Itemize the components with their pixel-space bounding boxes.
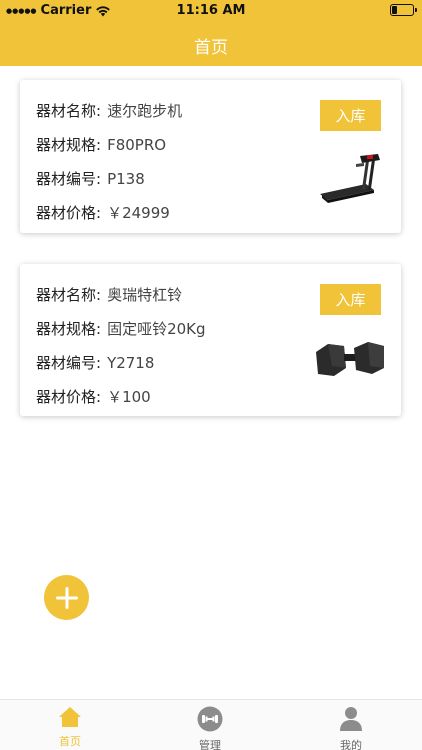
- equipment-card[interactable]: 器材名称: 速尔跑步机 器材规格: F80PRO 器材编号: P138 器材价格: ￥2…: [20, 80, 401, 233]
- name-label: 器材名称:: [36, 286, 102, 304]
- equipment-spec: 固定哑铃20Kg: [107, 320, 206, 338]
- home-icon: [59, 707, 81, 727]
- equipment-price-row: 器材价格: ￥100: [36, 386, 151, 407]
- status-bar: ●●●●● Carrier 11:16 AM: [0, 0, 422, 22]
- dumbbell-image: [316, 342, 384, 376]
- equipment-spec: F80PRO: [107, 136, 167, 154]
- equipment-card[interactable]: 器材名称: 奥瑞特杠铃 器材规格: 固定哑铃20Kg 器材编号: Y2718 器材价格…: [20, 264, 401, 416]
- tab-home[interactable]: 首页: [25, 706, 115, 749]
- equipment-name-row: 器材名称: 奥瑞特杠铃: [36, 284, 182, 305]
- equipment-spec-row: 器材规格: 固定哑铃20Kg: [36, 318, 206, 339]
- user-icon: [340, 707, 362, 731]
- add-equipment-button[interactable]: [44, 575, 89, 620]
- code-label: 器材编号:: [36, 170, 102, 188]
- tab-mine[interactable]: 我的: [306, 706, 396, 750]
- tab-bar: 首页 管理 我的: [0, 699, 422, 750]
- header-bar: ●●●●● Carrier 11:16 AM 首页: [0, 0, 422, 66]
- equipment-spec-row: 器材规格: F80PRO: [36, 134, 166, 155]
- dumbbell-icon: [197, 706, 223, 732]
- page-title: 首页: [194, 38, 228, 58]
- equipment-name: 速尔跑步机: [107, 102, 183, 120]
- equipment-price: ￥100: [107, 388, 151, 406]
- tab-home-label: 首页: [59, 735, 81, 748]
- clock: 11:16 AM: [176, 3, 246, 18]
- tab-mine-label: 我的: [340, 739, 362, 750]
- price-label: 器材价格:: [36, 388, 102, 406]
- spec-label: 器材规格:: [36, 136, 102, 154]
- equipment-code-row: 器材编号: Y2718: [36, 352, 154, 373]
- price-label: 器材价格:: [36, 204, 102, 222]
- stock-in-button[interactable]: 入库: [320, 284, 381, 315]
- battery-icon: [390, 4, 417, 16]
- equipment-price: ￥24999: [107, 204, 170, 222]
- equipment-code: Y2718: [107, 354, 155, 372]
- name-label: 器材名称:: [36, 102, 102, 120]
- equipment-name-row: 器材名称: 速尔跑步机: [36, 100, 182, 121]
- plus-icon: [55, 586, 78, 609]
- stock-in-button[interactable]: 入库: [320, 100, 381, 131]
- treadmill-image: [320, 154, 380, 203]
- equipment-name: 奥瑞特杠铃: [107, 286, 183, 304]
- spec-label: 器材规格:: [36, 320, 102, 338]
- code-label: 器材编号:: [36, 354, 102, 372]
- tab-manage-label: 管理: [199, 739, 221, 750]
- equipment-code-row: 器材编号: P138: [36, 168, 145, 189]
- equipment-code: P138: [107, 170, 145, 188]
- tab-manage[interactable]: 管理: [165, 706, 255, 750]
- equipment-price-row: 器材价格: ￥24999: [36, 202, 170, 223]
